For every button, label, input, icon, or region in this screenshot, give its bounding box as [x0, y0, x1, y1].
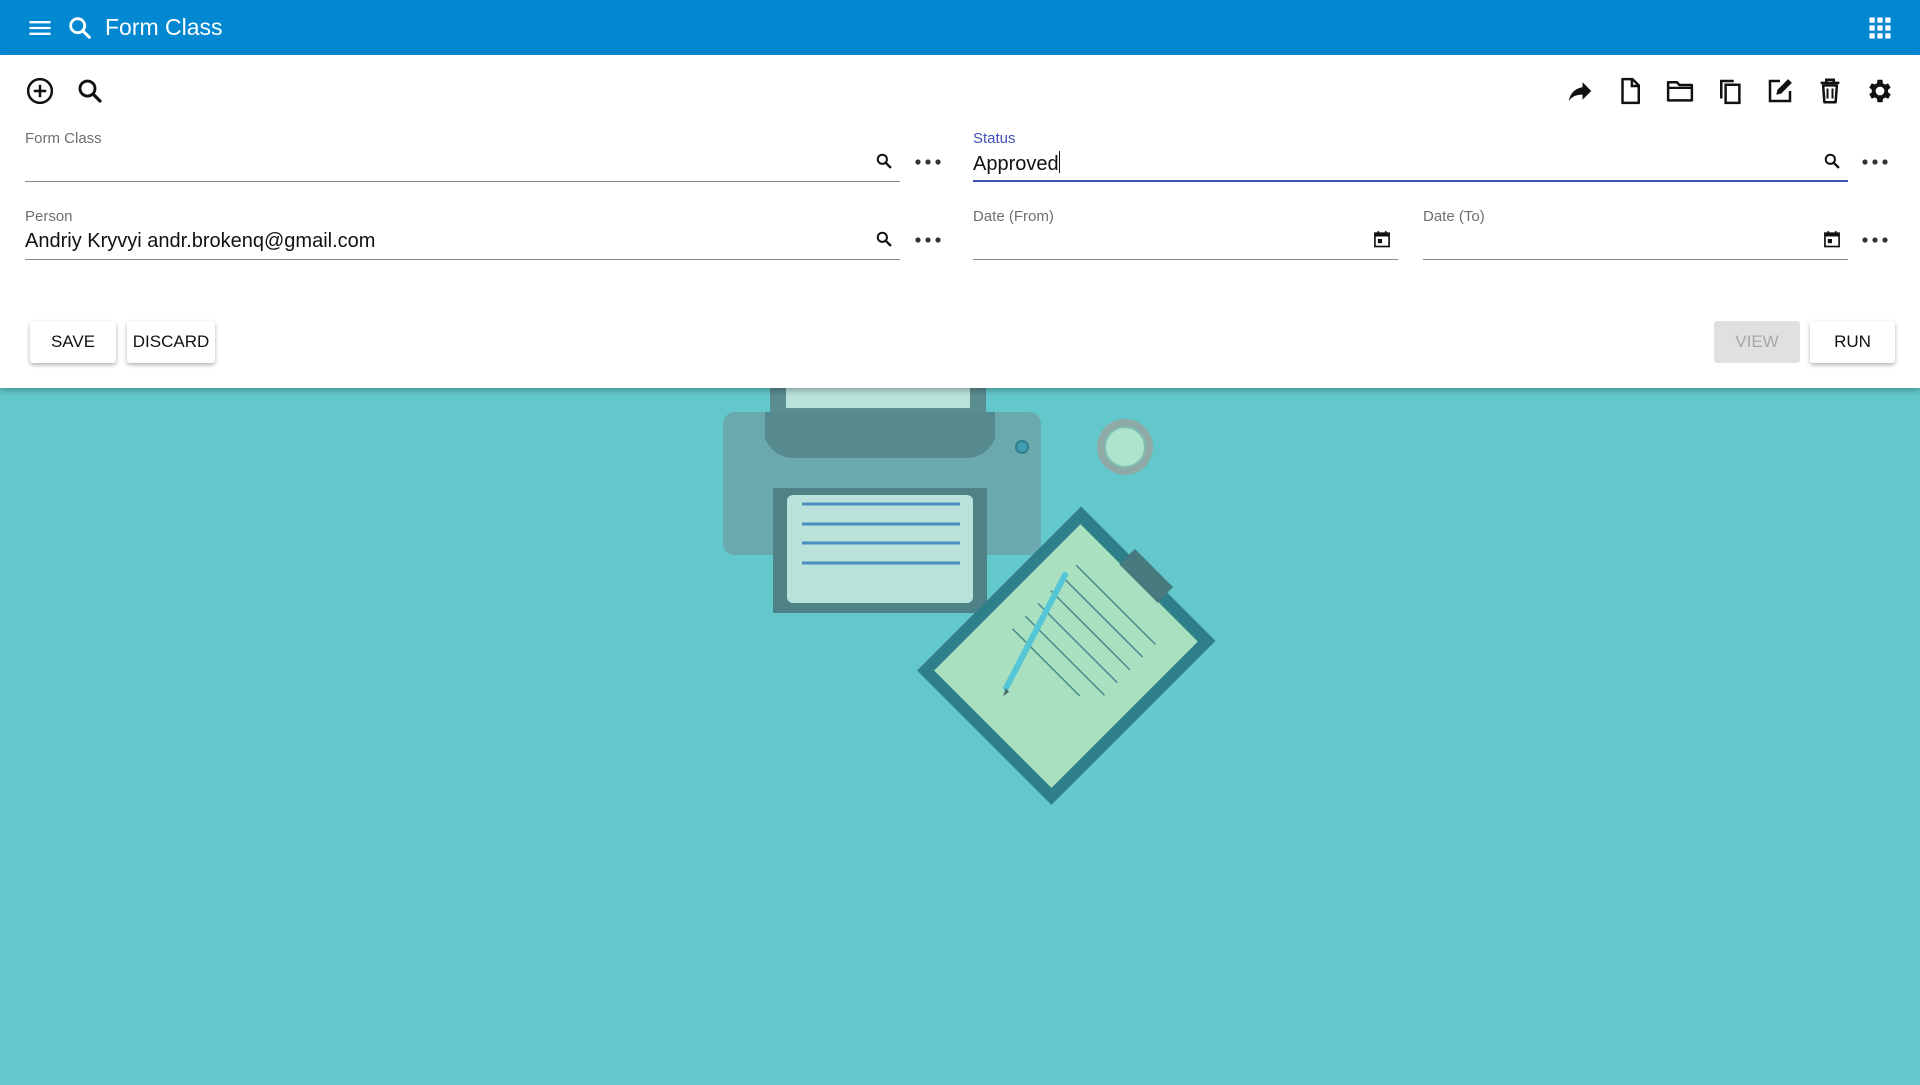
printer-roller [765, 412, 995, 459]
date-to-field[interactable]: Date (To) [1423, 208, 1848, 260]
status-underline [973, 180, 1848, 182]
form-class-underline [25, 181, 900, 182]
printer-led [1015, 440, 1029, 454]
discard-button[interactable]: DISCARD [127, 321, 215, 363]
edit-icon[interactable] [1765, 76, 1795, 106]
search-icon[interactable] [66, 14, 94, 42]
background-illustration [0, 376, 1920, 1080]
date-from-underline [973, 259, 1398, 260]
calendar-icon[interactable] [1372, 229, 1392, 249]
form-class-label: Form Class [25, 130, 102, 147]
apps-grid-icon[interactable] [1866, 14, 1894, 42]
status-more-icon[interactable] [1861, 157, 1889, 167]
form-class-more-icon[interactable] [914, 157, 942, 167]
date-to-more-icon[interactable] [1861, 235, 1889, 245]
open-folder-icon[interactable] [1665, 76, 1695, 106]
printer-clipboard-illustration [723, 376, 1216, 805]
status-label: Status [973, 130, 1016, 147]
save-button[interactable]: SAVE [30, 321, 116, 363]
search-icon[interactable] [874, 151, 894, 171]
delete-icon[interactable] [1815, 76, 1845, 106]
menu-icon[interactable] [26, 14, 54, 42]
share-icon[interactable] [1565, 76, 1595, 106]
calendar-icon[interactable] [1822, 229, 1842, 249]
settings-icon[interactable] [1865, 76, 1895, 106]
person-label: Person [25, 208, 73, 225]
view-button[interactable]: VIEW [1714, 321, 1800, 363]
copy-icon[interactable] [1715, 76, 1745, 106]
printer-top-paper [786, 376, 970, 408]
search-icon[interactable] [75, 76, 105, 106]
app-title: Form Class [105, 14, 223, 40]
app-bar: Form Class [0, 0, 1920, 55]
printed-page [787, 495, 973, 603]
date-from-field[interactable]: Date (From) [973, 208, 1398, 260]
form-class-field[interactable]: Form Class [25, 130, 900, 182]
search-icon[interactable] [1822, 151, 1842, 171]
person-field[interactable]: Person Andriy Kryvyi andr.brokenq@gmail.… [25, 208, 900, 260]
new-document-icon[interactable] [1615, 76, 1645, 106]
status-field[interactable]: Status Approved [973, 130, 1848, 182]
status-value: Approved [973, 153, 1059, 175]
date-to-label: Date (To) [1423, 208, 1485, 225]
date-from-label: Date (From) [973, 208, 1054, 225]
person-more-icon[interactable] [914, 235, 942, 245]
date-to-underline [1423, 259, 1848, 260]
run-button[interactable]: RUN [1810, 321, 1895, 363]
form-panel: Form Class Status Approved Person Andriy… [0, 55, 1920, 388]
search-icon[interactable] [874, 229, 894, 249]
person-underline [25, 259, 900, 260]
round-object-inner [1104, 426, 1146, 468]
person-input[interactable]: Andriy Kryvyi andr.brokenq@gmail.com [25, 230, 375, 253]
add-circle-icon[interactable] [25, 76, 55, 106]
text-cursor [1058, 151, 1060, 173]
status-input[interactable]: Approved [973, 151, 1060, 176]
